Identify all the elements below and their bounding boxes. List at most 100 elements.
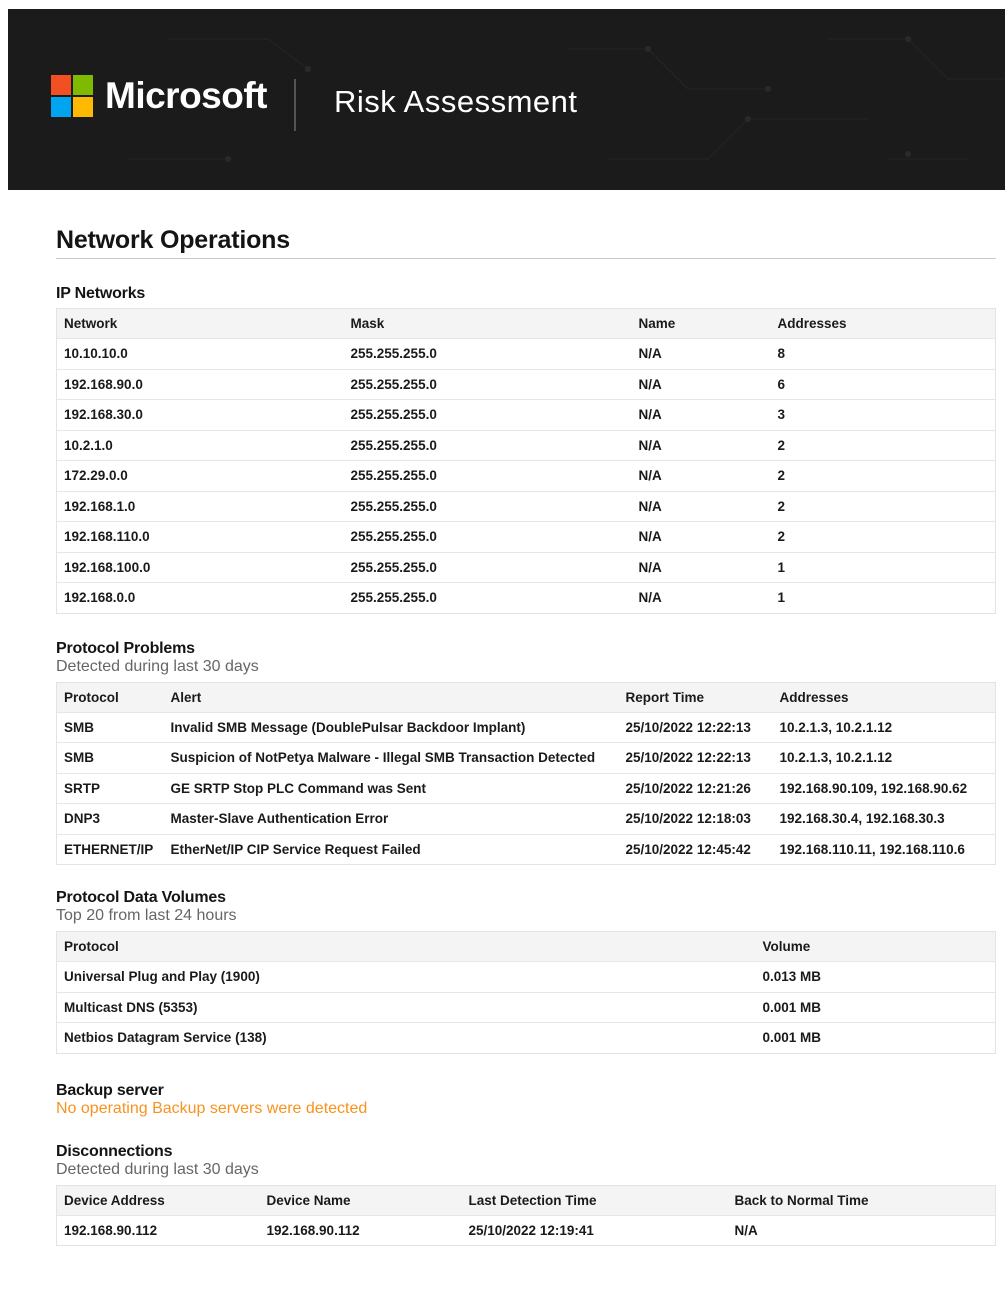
table-cell: 6	[770, 368, 996, 400]
table-header-row: Network Mask Name Addresses	[56, 308, 996, 339]
microsoft-logo: Microsoft	[51, 75, 268, 117]
table-cell: 10.2.1.3, 10.2.1.12	[772, 742, 996, 773]
section-title: Backup server	[56, 1081, 164, 1099]
table-cell: Master-Slave Authentication Error	[163, 803, 619, 834]
table-cell: 25/10/2022 12:21:26	[618, 772, 773, 804]
table-cell: 25/10/2022 12:18:03	[618, 803, 773, 834]
protocol-problems-body: SMB Invalid SMB Message (DoublePulsar Bac…	[56, 711, 996, 865]
section-title: Disconnections	[56, 1142, 173, 1160]
table-cell: N/A	[631, 338, 771, 369]
section-title: Protocol Problems	[56, 639, 195, 657]
section-title: Protocol Data Volumes	[56, 889, 226, 906]
table-cell: 192.168.100.0	[56, 551, 344, 583]
table-cell: 192.168.0.0	[56, 582, 344, 613]
table-cell: 2	[770, 460, 996, 491]
backup-warning-message: No operating Backup servers were detecte…	[56, 1099, 368, 1117]
table-cell: N/A	[631, 399, 771, 430]
table-cell: 255.255.255.0	[343, 460, 632, 491]
table-cell: SRTP	[56, 772, 164, 804]
logo-square-green	[73, 75, 93, 95]
column-header: Protocol	[56, 931, 756, 962]
ip-networks-table: Network Mask Name Addresses 10.10.10.0 25…	[56, 308, 996, 614]
backup-server-section: Backup server No operating Backup server…	[56, 1082, 996, 1118]
table-cell: 0.013 MB	[755, 961, 996, 992]
table-cell: N/A	[631, 521, 771, 552]
table-cell: 25/10/2022 12:22:13	[618, 742, 773, 773]
table-row: SMB Invalid SMB Message (DoublePulsar Bac…	[56, 711, 996, 743]
table-cell: 192.168.110.0	[56, 521, 344, 552]
table-cell: 255.255.255.0	[343, 582, 632, 613]
section-subtitle: Top 20 from last 24 hours	[56, 907, 237, 924]
table-cell: 10.10.10.0	[56, 338, 344, 369]
table-cell: 1	[770, 551, 996, 583]
table-cell: Universal Plug and Play (1900)	[56, 961, 756, 992]
table-row: 192.168.90.112 192.168.90.112 25/10/2022 1…	[56, 1214, 996, 1246]
table-cell: 3	[770, 399, 996, 430]
column-header: Alert	[163, 682, 619, 712]
table-cell: 0.001 MB	[755, 991, 996, 1023]
section-title: IP Networks	[56, 285, 146, 302]
table-row: ETHERNET/IP EtherNet/IP CIP Service Reque…	[56, 833, 996, 865]
table-cell: 192.168.90.112	[56, 1214, 260, 1246]
column-header: Addresses	[770, 308, 996, 339]
table-cell: 0.001 MB	[755, 1022, 996, 1053]
disconnections-body: 192.168.90.112 192.168.90.112 25/10/2022 1…	[56, 1214, 996, 1246]
disconnections-table: Device Address Device Name Last Detectio…	[56, 1184, 996, 1246]
table-cell: Netbios Datagram Service (138)	[56, 1022, 756, 1053]
page-title: Network Operations	[56, 226, 996, 259]
table-cell: Invalid SMB Message (DoublePulsar Backdo…	[163, 711, 619, 743]
table-row: 192.168.1.0 255.255.255.0 N/A 2	[56, 490, 996, 522]
table-row: SRTP GE SRTP Stop PLC Command was Sent 25/…	[56, 772, 996, 804]
table-cell: 255.255.255.0	[343, 551, 632, 583]
column-header: Device Address	[56, 1185, 260, 1215]
table-row: Netbios Datagram Service (138) 0.001 MB	[56, 1022, 996, 1053]
table-cell: 2	[770, 429, 996, 461]
column-header: Report Time	[618, 682, 773, 712]
protocol-problems-section: Protocol Problems Detected during last 3…	[56, 639, 996, 865]
column-header: Volume	[755, 931, 996, 962]
table-row: 172.29.0.0 255.255.255.0 N/A 2	[56, 460, 996, 491]
protocol-volumes-section: Protocol Data Volumes Top 20 from last 2…	[56, 889, 996, 1054]
table-cell: GE SRTP Stop PLC Command was Sent	[163, 772, 619, 804]
ip-networks-section: IP Networks Network Mask Name Addresses …	[56, 285, 996, 614]
protocol-volumes-body: Universal Plug and Play (1900) 0.013 MB Mu…	[56, 961, 996, 1053]
table-cell: 1	[770, 582, 996, 613]
table-row: Multicast DNS (5353) 0.001 MB	[56, 991, 996, 1023]
table-cell: 192.168.90.0	[56, 368, 344, 400]
table-header-row: Protocol Volume	[56, 931, 996, 962]
section-subtitle: Detected during last 30 days	[56, 657, 259, 675]
table-cell: 255.255.255.0	[343, 338, 632, 369]
table-cell: 255.255.255.0	[343, 521, 632, 552]
logo-square-red	[51, 75, 71, 95]
section-subtitle: Detected during last 30 days	[56, 1160, 259, 1178]
table-cell: N/A	[631, 429, 771, 461]
table-cell: N/A	[631, 490, 771, 522]
table-cell: N/A	[727, 1214, 996, 1246]
table-cell: 192.168.30.4, 192.168.30.3	[772, 803, 996, 834]
table-cell: N/A	[631, 368, 771, 400]
product-title: Risk Assessment	[334, 84, 578, 119]
header-divider	[294, 79, 296, 131]
column-header: Network	[56, 308, 344, 339]
table-cell: 255.255.255.0	[343, 399, 632, 430]
column-header: Back to Normal Time	[727, 1185, 996, 1215]
logo-square-yellow	[73, 97, 93, 117]
column-header: Name	[631, 308, 771, 339]
table-row: 192.168.0.0 255.255.255.0 N/A 1	[56, 582, 996, 613]
column-header: Device Name	[259, 1185, 462, 1215]
table-row: SMB Suspicion of NotPetya Malware - Illeg…	[56, 742, 996, 773]
table-cell: 2	[770, 490, 996, 522]
table-cell: 10.2.1.3, 10.2.1.12	[772, 711, 996, 743]
table-header-row: Protocol Alert Report Time Addresses	[56, 682, 996, 712]
table-header-row: Device Address Device Name Last Detectio…	[56, 1185, 996, 1215]
table-cell: 192.168.30.0	[56, 399, 344, 430]
column-header: Protocol	[56, 682, 164, 712]
table-row: DNP3 Master-Slave Authentication Error 25/…	[56, 803, 996, 834]
table-row: Universal Plug and Play (1900) 0.013 MB	[56, 961, 996, 992]
table-row: 10.2.1.0 255.255.255.0 N/A 2	[56, 429, 996, 461]
table-cell: 255.255.255.0	[343, 490, 632, 522]
table-cell: 25/10/2022 12:45:42	[618, 833, 773, 865]
table-row: 192.168.90.0 255.255.255.0 N/A 6	[56, 368, 996, 400]
column-header: Mask	[343, 308, 632, 339]
table-cell: N/A	[631, 551, 771, 583]
